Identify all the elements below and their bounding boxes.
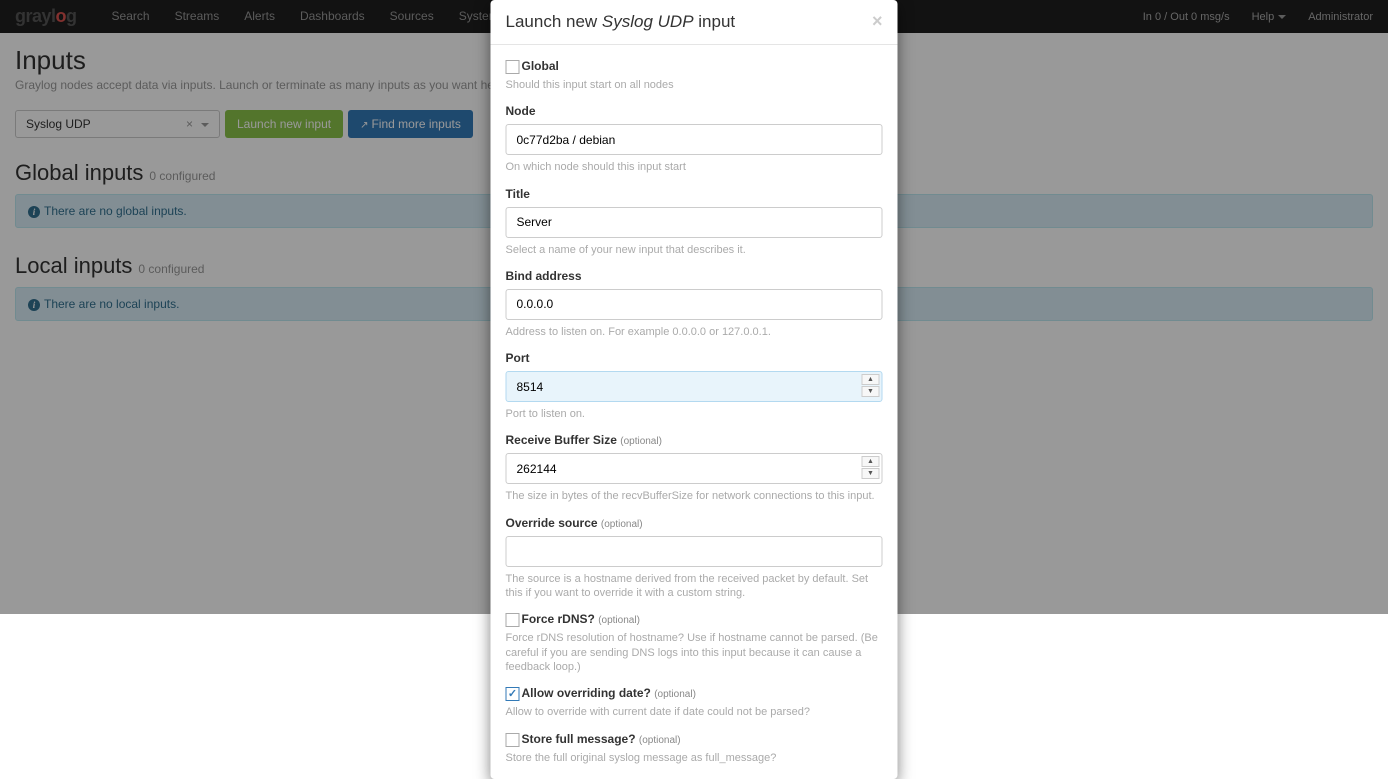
rdns-label: Force rDNS? (optional) xyxy=(522,612,640,626)
store-full-field: Store full message? (optional) Store the… xyxy=(506,732,883,765)
override-date-label: Allow overriding date? (optional) xyxy=(522,686,696,700)
override-date-field: Allow overriding date? (optional) Allow … xyxy=(506,686,883,719)
node-label: Node xyxy=(506,104,883,118)
port-spinner: ▲ ▼ xyxy=(862,374,880,397)
rdns-field: Force rDNS? (optional) Force rDNS resolu… xyxy=(506,612,883,674)
modal-body: Global Should this input start on all no… xyxy=(491,45,898,779)
override-date-help: Allow to override with current date if d… xyxy=(506,705,883,719)
title-input[interactable] xyxy=(506,207,883,238)
rdns-checkbox[interactable] xyxy=(506,613,520,627)
recv-buffer-field: Receive Buffer Size (optional) ▲ ▼ The s… xyxy=(506,433,883,503)
title-help: Select a name of your new input that des… xyxy=(506,243,883,257)
store-full-label: Store full message? (optional) xyxy=(522,732,681,746)
recv-help: The size in bytes of the recvBufferSize … xyxy=(506,489,883,503)
override-help: The source is a hostname derived from th… xyxy=(506,572,883,601)
override-input[interactable] xyxy=(506,536,883,567)
launch-input-modal: Launch new Syslog UDP input × Global Sho… xyxy=(491,0,898,779)
bind-input[interactable] xyxy=(506,289,883,320)
node-help: On which node should this input start xyxy=(506,160,883,174)
bind-help: Address to listen on. For example 0.0.0.… xyxy=(506,325,883,339)
title-label: Title xyxy=(506,187,883,201)
modal-title: Launch new Syslog UDP input xyxy=(506,12,736,32)
recv-input[interactable] xyxy=(506,453,883,484)
bind-label: Bind address xyxy=(506,269,883,283)
recv-spinner: ▲ ▼ xyxy=(862,456,880,479)
spinner-down-icon[interactable]: ▼ xyxy=(862,386,880,397)
recv-label: Receive Buffer Size (optional) xyxy=(506,433,883,447)
spinner-up-icon[interactable]: ▲ xyxy=(862,374,880,385)
node-select[interactable] xyxy=(506,124,883,155)
bind-address-field: Bind address Address to listen on. For e… xyxy=(506,269,883,339)
global-help: Should this input start on all nodes xyxy=(506,78,883,92)
spinner-down-icon[interactable]: ▼ xyxy=(862,468,880,479)
modal-header: Launch new Syslog UDP input × xyxy=(491,0,898,45)
close-icon[interactable]: × xyxy=(872,12,883,30)
override-date-checkbox[interactable] xyxy=(506,687,520,701)
port-label: Port xyxy=(506,351,883,365)
title-field: Title Select a name of your new input th… xyxy=(506,187,883,257)
override-label: Override source (optional) xyxy=(506,516,883,530)
global-field: Global Should this input start on all no… xyxy=(506,59,883,92)
override-source-field: Override source (optional) The source is… xyxy=(506,516,883,601)
rdns-help: Force rDNS resolution of hostname? Use i… xyxy=(506,631,883,674)
store-full-help: Store the full original syslog message a… xyxy=(506,751,883,765)
port-help: Port to listen on. xyxy=(506,407,883,421)
port-input[interactable] xyxy=(506,371,883,402)
port-field: Port ▲ ▼ Port to listen on. xyxy=(506,351,883,421)
node-field: Node On which node should this input sta… xyxy=(506,104,883,174)
global-checkbox[interactable] xyxy=(506,60,520,74)
store-full-checkbox[interactable] xyxy=(506,733,520,747)
global-label: Global xyxy=(522,59,559,73)
spinner-up-icon[interactable]: ▲ xyxy=(862,456,880,467)
